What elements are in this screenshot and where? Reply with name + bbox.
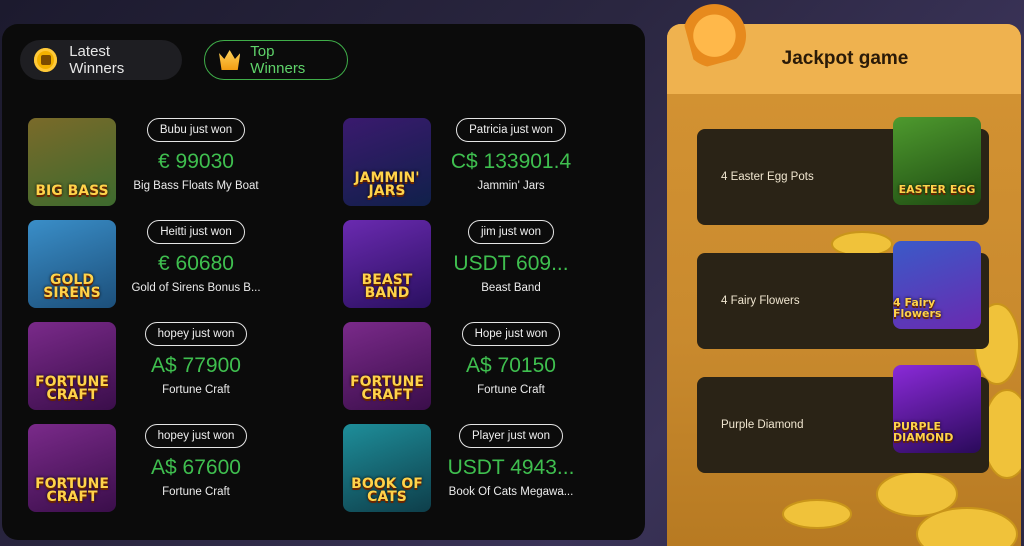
game-name[interactable]: Book Of Cats Megawa... (446, 486, 576, 498)
thumbnail-title: FORTUNE CRAFT (35, 476, 109, 505)
winner-pill: Bubu just won (146, 118, 246, 142)
winner-pill: jim just won (467, 220, 555, 244)
tab-latest-label: Latest Winners (69, 43, 125, 77)
game-name[interactable]: Jammin' Jars (446, 180, 576, 192)
thumbnail-title: JAMMIN' JARS (354, 170, 420, 199)
winners-panel: Latest Winners Top Winners BIG BASS Bubu… (2, 24, 645, 540)
jackpot-game-name: 4 Easter Egg Pots (721, 171, 814, 183)
thumbnail-title: BIG BASS (35, 183, 109, 199)
jackpot-game-name: Purple Diamond (721, 419, 804, 431)
win-amount: € 99030 (158, 150, 234, 173)
thumbnail-title: EASTER EGG (898, 183, 976, 196)
winner-info: Hope just won A$ 70150 Fortune Craft (451, 322, 571, 396)
thumbnail-title: 4 Fairy Flowers (893, 296, 942, 320)
winner-info: Heitti just won € 60680 Gold of Sirens B… (131, 220, 261, 294)
game-thumbnail[interactable]: BOOK OF CATS (343, 424, 431, 512)
thumbnail-title: GOLD SIRENS (43, 272, 101, 301)
game-name[interactable]: Fortune Craft (131, 486, 261, 498)
winner-card[interactable]: FORTUNE CRAFT hopey just won A$ 77900 Fo… (28, 322, 328, 416)
tab-top-label: Top Winners (250, 43, 306, 77)
win-amount: C$ 133901.4 (450, 150, 572, 173)
thumbnail-title: BOOK OF CATS (351, 476, 423, 505)
winner-info: Player just won USDT 4943... Book Of Cat… (448, 424, 574, 498)
jackpot-panel: Jackpot game 4 Easter Egg Pots EASTER EG… (667, 24, 1021, 546)
game-thumbnail[interactable]: BIG BASS (28, 118, 116, 206)
winner-card[interactable]: BIG BASS Bubu just won € 99030 Big Bass … (28, 118, 328, 212)
jackpot-game-thumbnail[interactable]: 4 Fairy Flowers (893, 241, 981, 329)
tab-latest-winners[interactable]: Latest Winners (20, 40, 182, 80)
game-thumbnail[interactable]: FORTUNE CRAFT (343, 322, 431, 410)
jackpot-game-card[interactable]: Purple Diamond PURPLE DIAMOND (697, 365, 989, 473)
win-amount: A$ 77900 (151, 354, 241, 377)
game-thumbnail[interactable]: GOLD SIRENS (28, 220, 116, 308)
win-amount: USDT 4943... (447, 456, 575, 479)
jackpot-game-thumbnail[interactable]: EASTER EGG (893, 117, 981, 205)
game-name[interactable]: Gold of Sirens Bonus B... (131, 282, 261, 294)
winner-card[interactable]: FORTUNE CRAFT hopey just won A$ 67600 Fo… (28, 424, 328, 518)
winners-tabs: Latest Winners Top Winners (20, 40, 348, 80)
game-name[interactable]: Fortune Craft (131, 384, 261, 396)
game-name[interactable]: Fortune Craft (446, 384, 576, 396)
jackpot-game-thumbnail[interactable]: PURPLE DIAMOND (893, 365, 981, 453)
game-name[interactable]: Beast Band (446, 282, 576, 294)
winner-card[interactable]: FORTUNE CRAFT Hope just won A$ 70150 For… (343, 322, 643, 416)
thumbnail-title: PURPLE DIAMOND (893, 420, 954, 444)
game-thumbnail[interactable]: FORTUNE CRAFT (28, 322, 116, 410)
jackpot-game-card[interactable]: 4 Fairy Flowers 4 Fairy Flowers (697, 241, 989, 349)
thumbnail-title: FORTUNE CRAFT (35, 374, 109, 403)
winner-pill: Hope just won (461, 322, 561, 346)
win-amount: A$ 70150 (466, 354, 556, 377)
win-amount: USDT 609... (453, 252, 569, 275)
winner-info: jim just won USDT 609... Beast Band (451, 220, 571, 294)
winner-pill: Heitti just won (147, 220, 245, 244)
winner-card[interactable]: GOLD SIRENS Heitti just won € 60680 Gold… (28, 220, 328, 314)
jackpot-game-name: 4 Fairy Flowers (721, 295, 800, 307)
tab-top-winners[interactable]: Top Winners (204, 40, 348, 80)
thumbnail-title: BEAST BAND (361, 272, 413, 301)
game-name[interactable]: Big Bass Floats My Boat (131, 180, 261, 192)
game-thumbnail[interactable]: BEAST BAND (343, 220, 431, 308)
win-amount: € 60680 (158, 252, 234, 275)
winner-info: hopey just won A$ 67600 Fortune Craft (136, 424, 256, 498)
game-thumbnail[interactable]: JAMMIN' JARS (343, 118, 431, 206)
winner-info: Patricia just won C$ 133901.4 Jammin' Ja… (451, 118, 571, 192)
winner-card[interactable]: BOOK OF CATS Player just won USDT 4943..… (343, 424, 643, 518)
winner-card[interactable]: JAMMIN' JARS Patricia just won C$ 133901… (343, 118, 643, 212)
winner-info: Bubu just won € 99030 Big Bass Floats My… (133, 118, 259, 192)
winner-pill: hopey just won (144, 424, 248, 448)
winner-info: hopey just won A$ 77900 Fortune Craft (136, 322, 256, 396)
winner-pill: Player just won (459, 424, 563, 448)
coin-icon (34, 48, 58, 72)
crown-icon (219, 50, 241, 70)
jackpot-game-card[interactable]: 4 Easter Egg Pots EASTER EGG (697, 117, 989, 225)
winner-card[interactable]: BEAST BAND jim just won USDT 609... Beas… (343, 220, 643, 314)
game-thumbnail[interactable]: FORTUNE CRAFT (28, 424, 116, 512)
jackpot-title: Jackpot game (781, 48, 909, 69)
winner-pill: Patricia just won (456, 118, 566, 142)
winner-pill: hopey just won (144, 322, 248, 346)
win-amount: A$ 67600 (151, 456, 241, 479)
thumbnail-title: FORTUNE CRAFT (350, 374, 424, 403)
